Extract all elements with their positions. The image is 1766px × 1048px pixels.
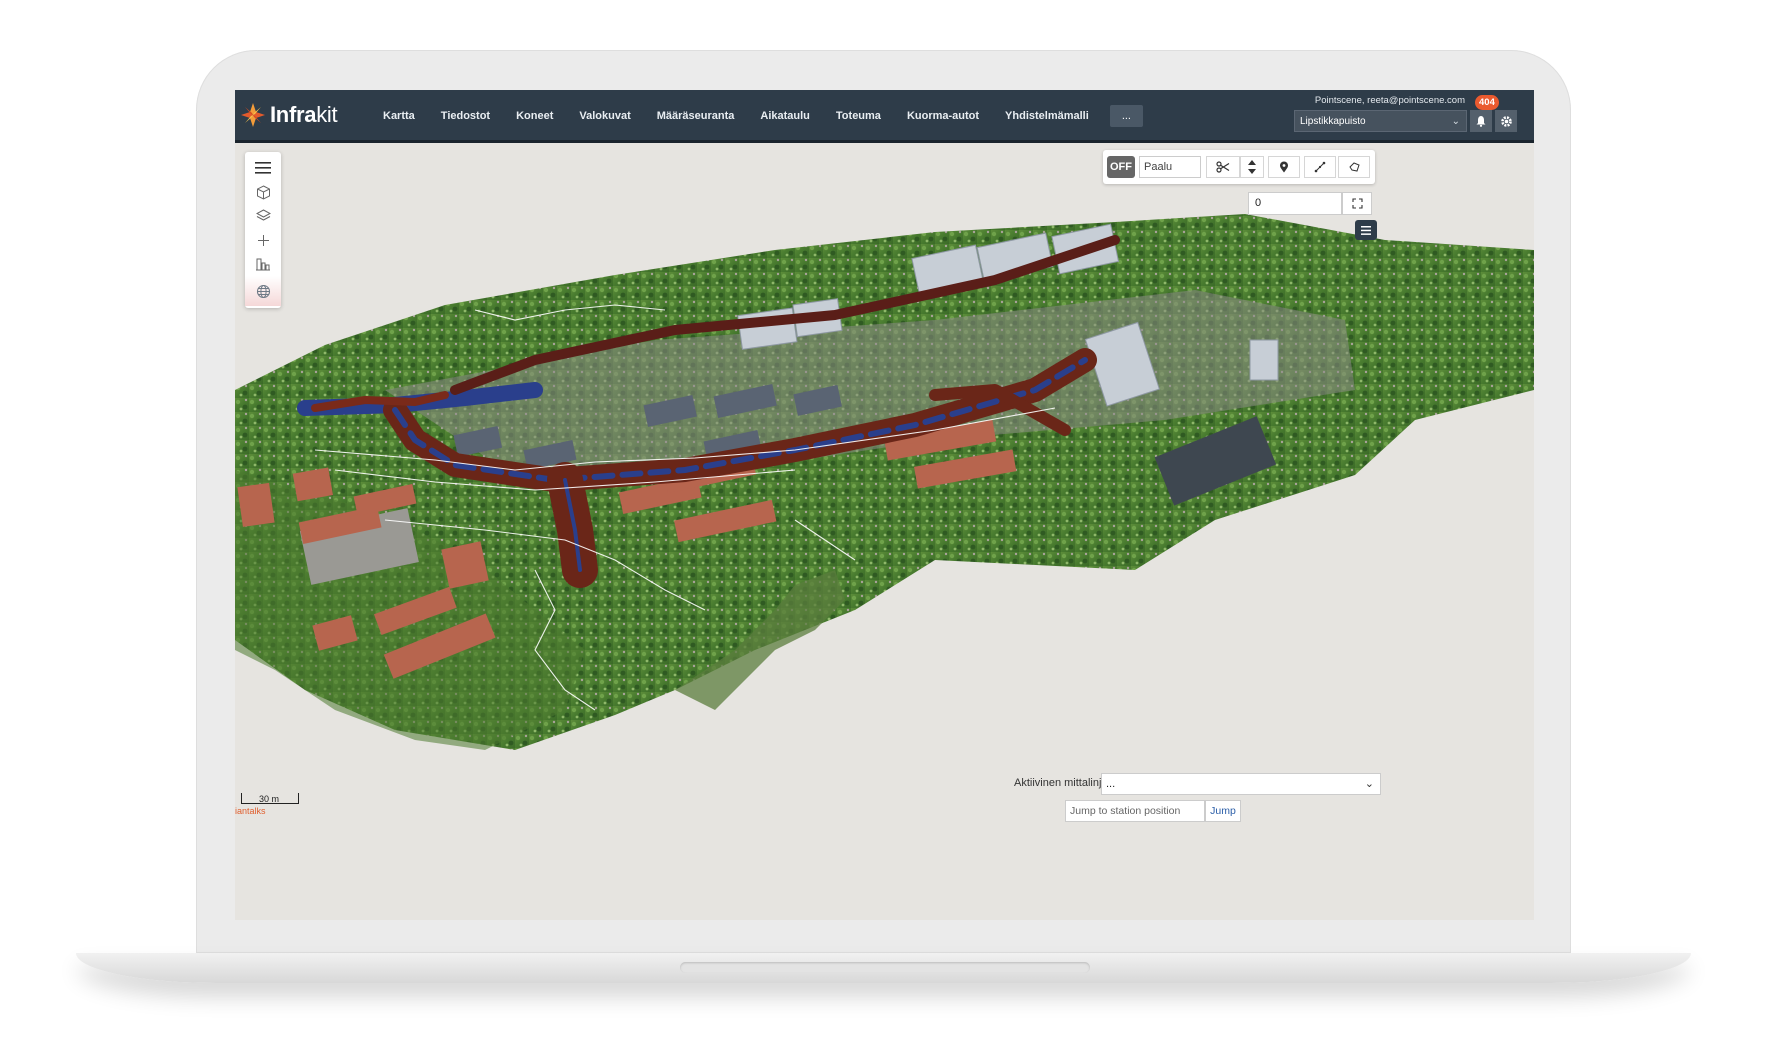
jump-button[interactable]: Jump	[1205, 800, 1241, 822]
nav-more-button[interactable]: ...	[1109, 105, 1143, 127]
logo-text-light: kit	[316, 102, 338, 127]
app-screen: Infrakit Kartta Tiedostot Koneet Valokuv…	[235, 90, 1534, 920]
pin-icon	[1280, 161, 1288, 173]
nav-aikataulu[interactable]: Aikataulu	[747, 105, 823, 127]
nav-valokuvat[interactable]: Valokuvat	[566, 105, 643, 127]
left-toolbar	[245, 152, 281, 308]
nav-kartta[interactable]: Kartta	[370, 105, 428, 127]
layer-menu-button[interactable]	[1355, 220, 1377, 240]
logo-text-bold: Infra	[270, 102, 317, 127]
active-line-select[interactable]: ... ⌄	[1101, 773, 1381, 795]
active-line-value: ...	[1106, 778, 1116, 790]
notifications-button[interactable]	[1470, 110, 1492, 132]
notification-count-badge: 404	[1475, 95, 1499, 110]
nav-tiedostot[interactable]: Tiedostot	[428, 105, 503, 127]
main-nav: Kartta Tiedostot Koneet Valokuvat Määräs…	[370, 105, 1143, 127]
measure-area-button[interactable]	[1338, 156, 1370, 178]
fullscreen-button[interactable]	[1342, 192, 1372, 215]
nav-kuorma-autot[interactable]: Kuorma-autot	[894, 105, 992, 127]
up-down-button[interactable]	[1240, 156, 1264, 178]
pin-button[interactable]	[1268, 156, 1300, 178]
project-select[interactable]: Lipstikkapuisto ⌄	[1294, 110, 1467, 132]
station-position-input[interactable]: Jump to station position	[1065, 800, 1205, 822]
paalu-input[interactable]: Paalu	[1139, 156, 1201, 178]
off-toggle-button[interactable]: OFF	[1107, 156, 1135, 178]
nav-maaraseuranta[interactable]: Määräseuranta	[644, 105, 748, 127]
view-3d-button[interactable]	[245, 180, 281, 204]
scale-label: 30 m	[259, 794, 280, 804]
measurement-toolbar: OFF Paalu	[1103, 150, 1375, 184]
project-select-value: Lipstikkapuisto	[1300, 116, 1366, 127]
nav-toteuma[interactable]: Toteuma	[823, 105, 894, 127]
measure-line-icon	[1314, 161, 1326, 173]
layers-icon	[255, 209, 271, 221]
laptop-notch	[680, 962, 1090, 973]
crosshair-button[interactable]	[245, 228, 281, 252]
user-info: Pointscene, reeta@pointscene.com	[1314, 95, 1465, 106]
infrakit-logo-icon	[241, 103, 265, 127]
scissors-icon	[1216, 161, 1230, 173]
attribution-text[interactable]: iantalks	[235, 806, 266, 816]
menu-icon	[255, 162, 271, 174]
globe-button[interactable]	[245, 276, 281, 306]
chevron-down-icon: ⌄	[1451, 116, 1460, 127]
zoom-level-input[interactable]: 0	[1248, 192, 1342, 215]
settings-button[interactable]	[1495, 110, 1517, 132]
chevron-down-icon: ⌄	[1364, 778, 1374, 790]
logo[interactable]: Infrakit	[240, 102, 338, 128]
list-icon	[1361, 225, 1371, 235]
nav-yhdistelmamalli[interactable]: Yhdistelmämalli	[992, 105, 1102, 127]
layers-button[interactable]	[245, 204, 281, 228]
top-navigation-bar: Infrakit Kartta Tiedostot Koneet Valokuv…	[235, 90, 1534, 143]
gear-icon	[1500, 115, 1512, 127]
fullscreen-icon	[1351, 198, 1363, 209]
measure-line-button[interactable]	[1304, 156, 1336, 178]
active-line-label: Aktiivinen mittalinja:	[1014, 777, 1111, 789]
bell-icon	[1476, 116, 1486, 127]
buildings-button[interactable]	[245, 252, 281, 276]
buildings-icon	[256, 258, 270, 271]
crosshair-icon	[257, 234, 269, 246]
cut-button[interactable]	[1206, 156, 1240, 178]
logo-wordmark: Infrakit	[270, 102, 338, 128]
nav-koneet[interactable]: Koneet	[503, 105, 566, 127]
menu-toggle-button[interactable]	[245, 156, 281, 180]
measure-area-icon	[1348, 162, 1360, 172]
cube-icon	[256, 184, 270, 200]
globe-icon	[256, 284, 270, 298]
up-down-icon	[1248, 160, 1256, 174]
